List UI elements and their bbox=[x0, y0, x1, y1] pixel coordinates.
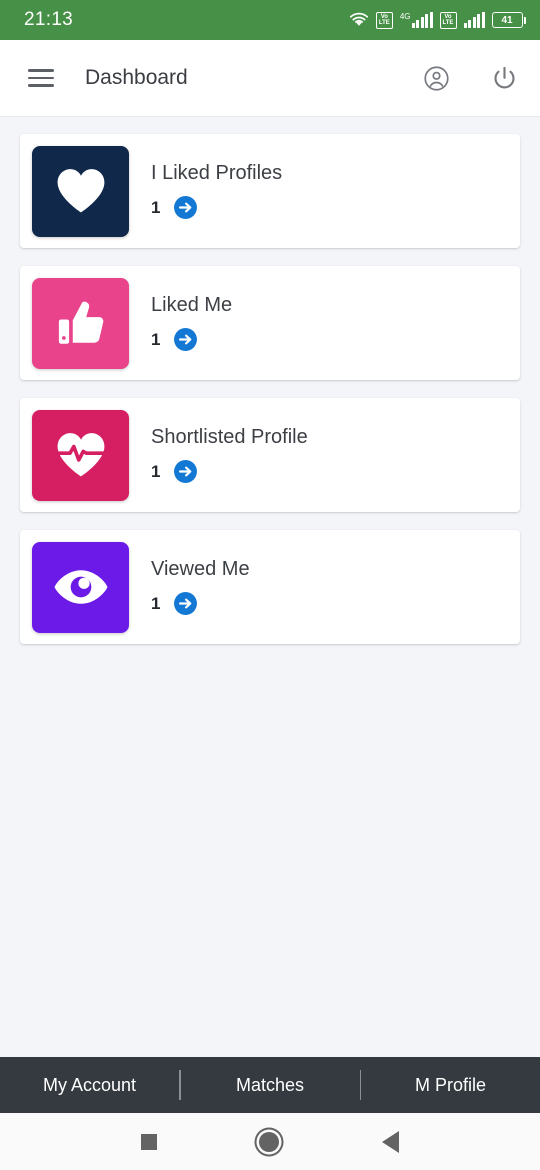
status-clock: 21:13 bbox=[24, 9, 74, 30]
card-title: Viewed Me bbox=[151, 558, 250, 580]
card-liked-me[interactable]: Liked Me 1 bbox=[20, 266, 520, 380]
card-body: Shortlisted Profile 1 bbox=[151, 426, 308, 484]
network-type-label: 4G bbox=[399, 12, 411, 21]
card-title: I Liked Profiles bbox=[151, 162, 283, 184]
phone-screen: 21:13 Vo LTE 4G Vo LTE 41 Dashboard I Li… bbox=[0, 0, 540, 1170]
triangle-back-icon[interactable] bbox=[381, 1130, 399, 1153]
wifi-icon bbox=[349, 12, 369, 28]
eye-icon-tile bbox=[32, 541, 129, 633]
card-body: Liked Me 1 bbox=[151, 294, 232, 352]
tab-m-profile[interactable]: M Profile bbox=[361, 1075, 540, 1096]
card-shortlisted-profile[interactable]: Shortlisted Profile 1 bbox=[20, 398, 520, 512]
go-arrow-icon[interactable] bbox=[173, 327, 198, 352]
card-title: Liked Me bbox=[151, 294, 233, 316]
square-recents-icon[interactable] bbox=[141, 1133, 158, 1150]
card-viewed-me[interactable]: Viewed Me 1 bbox=[20, 530, 520, 644]
account-circle-icon[interactable] bbox=[422, 64, 450, 92]
page-title: Dashboard bbox=[85, 66, 188, 89]
heart-pulse-icon-tile bbox=[32, 409, 129, 501]
circle-home-icon[interactable] bbox=[259, 1131, 280, 1152]
android-navigation-bar bbox=[0, 1113, 540, 1170]
go-arrow-icon[interactable] bbox=[173, 591, 198, 616]
signal-bars-sim2 bbox=[463, 12, 485, 28]
card-count: 1 bbox=[151, 593, 161, 613]
card-count: 1 bbox=[151, 461, 161, 481]
card-count: 1 bbox=[151, 329, 161, 349]
app-bar-actions bbox=[422, 64, 518, 92]
app-bar: Dashboard bbox=[0, 40, 540, 117]
eye-icon bbox=[54, 570, 107, 604]
heart-pulse-icon bbox=[55, 433, 106, 477]
card-body: I Liked Profiles 1 bbox=[151, 162, 282, 220]
dashboard-card-list: I Liked Profiles 1 Liked Me 1 Shortliste… bbox=[0, 117, 540, 1057]
battery-percent-label: 41 bbox=[491, 12, 523, 28]
tab-my-account[interactable]: My Account bbox=[0, 1075, 179, 1096]
card-i-liked-profiles[interactable]: I Liked Profiles 1 bbox=[20, 134, 520, 248]
status-icons: Vo LTE 4G Vo LTE 41 bbox=[349, 11, 526, 29]
thumbs-up-icon-tile bbox=[32, 277, 129, 369]
card-meta: 1 bbox=[151, 327, 232, 352]
card-count: 1 bbox=[151, 197, 161, 217]
card-meta: 1 bbox=[151, 459, 308, 484]
bottom-tab-bar: My Account Matches M Profile bbox=[0, 1057, 540, 1113]
volte-badge-sim1: Vo LTE bbox=[375, 11, 393, 29]
volte-badge-sim2: Vo LTE bbox=[439, 11, 457, 29]
go-arrow-icon[interactable] bbox=[173, 195, 198, 220]
battery-icon: 41 bbox=[491, 12, 526, 28]
heart-icon bbox=[57, 169, 104, 213]
heart-icon-tile bbox=[32, 145, 129, 237]
card-meta: 1 bbox=[151, 591, 250, 616]
power-icon[interactable] bbox=[490, 64, 518, 92]
card-body: Viewed Me 1 bbox=[151, 558, 250, 616]
hamburger-menu-icon[interactable] bbox=[28, 69, 54, 87]
thumbs-up-icon bbox=[58, 301, 103, 344]
go-arrow-icon[interactable] bbox=[173, 459, 198, 484]
card-title: Shortlisted Profile bbox=[151, 426, 308, 448]
card-meta: 1 bbox=[151, 195, 282, 220]
signal-bars-sim1: 4G bbox=[400, 12, 433, 28]
status-bar: 21:13 Vo LTE 4G Vo LTE 41 bbox=[0, 0, 540, 40]
tab-matches[interactable]: Matches bbox=[181, 1075, 360, 1096]
